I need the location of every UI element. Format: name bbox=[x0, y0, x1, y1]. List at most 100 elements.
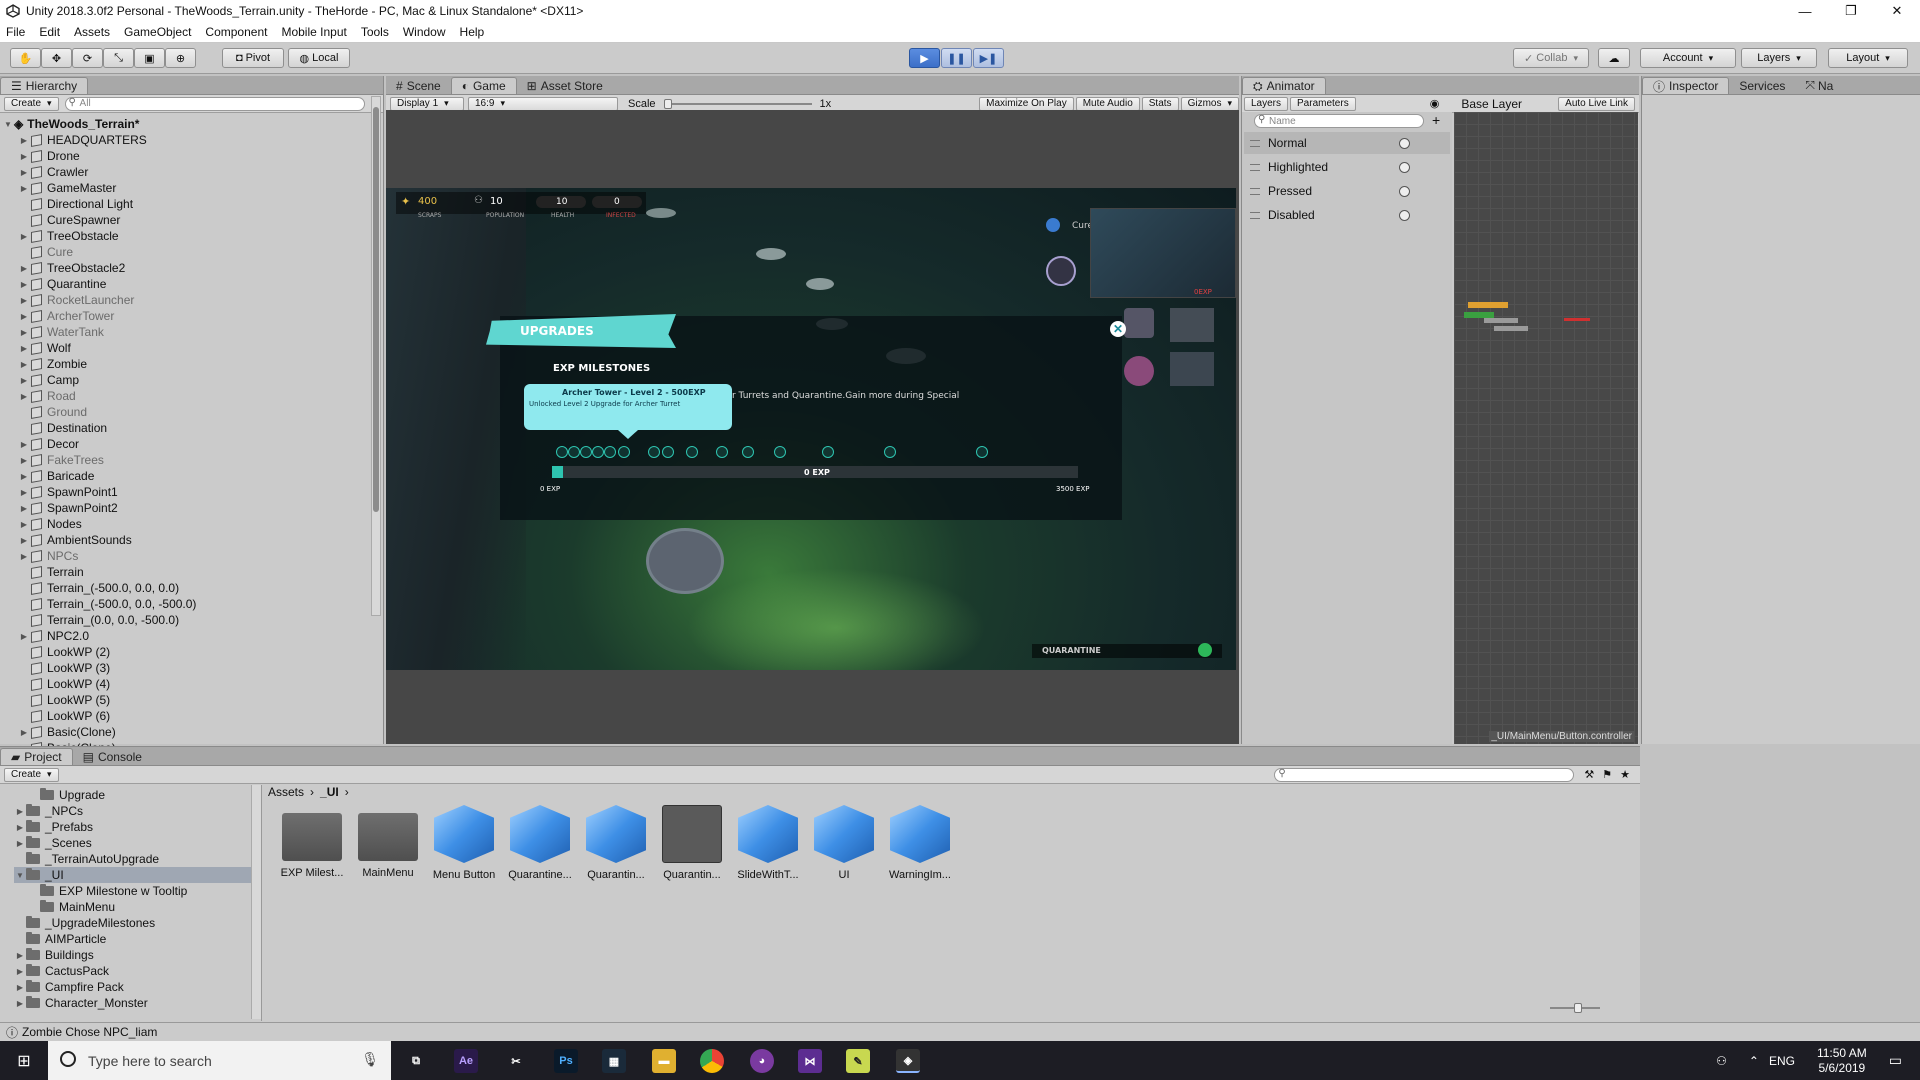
npc-portrait[interactable] bbox=[1170, 352, 1214, 386]
milestone-icon[interactable] bbox=[648, 446, 660, 458]
asset-item[interactable]: Menu Button bbox=[426, 805, 502, 881]
expand-arrow-icon[interactable]: ▶ bbox=[18, 552, 30, 561]
hero-portrait[interactable] bbox=[1090, 208, 1236, 298]
expand-arrow-icon[interactable]: ▶ bbox=[18, 504, 30, 513]
account-dropdown[interactable]: Account bbox=[1640, 48, 1736, 68]
expand-arrow-icon[interactable]: ▶ bbox=[18, 360, 30, 369]
tab-console[interactable]: ▤ Console bbox=[73, 748, 152, 765]
parameters-tab-button[interactable]: Parameters bbox=[1290, 96, 1356, 111]
notepad-icon[interactable]: ✎ bbox=[846, 1049, 870, 1073]
ability-icon[interactable] bbox=[1046, 256, 1076, 286]
expand-arrow-icon[interactable]: ▶ bbox=[18, 152, 30, 161]
milestone-icon[interactable] bbox=[976, 446, 988, 458]
people-icon[interactable]: ⚇ bbox=[1716, 1054, 1727, 1068]
state-row[interactable]: Disabled bbox=[1244, 204, 1450, 226]
tab-project[interactable]: ▰ Project bbox=[0, 748, 73, 765]
menu-component[interactable]: Component bbox=[205, 25, 267, 39]
file-explorer-icon[interactable]: ▬ bbox=[652, 1049, 676, 1073]
expand-arrow-icon[interactable]: ▼ bbox=[2, 120, 14, 129]
display-dropdown[interactable]: Display 1 bbox=[390, 96, 464, 111]
hierarchy-item[interactable]: Destination bbox=[18, 420, 107, 436]
expand-arrow-icon[interactable]: ▶ bbox=[18, 344, 30, 353]
hierarchy-item[interactable]: ▶ Basic(Clone) bbox=[18, 724, 116, 740]
tab-scene[interactable]: # Scene bbox=[386, 77, 451, 94]
hierarchy-item[interactable]: LookWP (3) bbox=[18, 660, 110, 676]
breadcrumb-ui[interactable]: _UI bbox=[320, 785, 339, 799]
hierarchy-item[interactable]: ▶ NPC2.0 bbox=[18, 628, 89, 644]
base-layer-breadcrumb[interactable]: Base Layer bbox=[1461, 97, 1522, 111]
expand-arrow-icon[interactable]: ▶ bbox=[18, 472, 30, 481]
video-editor-icon[interactable]: ▦ bbox=[602, 1049, 626, 1073]
expand-arrow-icon[interactable]: ▶ bbox=[18, 184, 30, 193]
scale-slider[interactable] bbox=[663, 98, 812, 109]
hierarchy-item[interactable]: ▶ Wolf bbox=[18, 340, 71, 356]
scene-root[interactable]: ▼ ◈ TheWoods_Terrain* bbox=[2, 116, 139, 132]
expand-arrow-icon[interactable]: ▼ bbox=[14, 871, 26, 880]
drag-handle-icon[interactable] bbox=[1250, 139, 1260, 147]
asset-item[interactable]: EXP Milest... bbox=[274, 805, 350, 879]
chrome-icon[interactable] bbox=[700, 1049, 724, 1073]
capture-tool-icon[interactable]: ✂ bbox=[504, 1049, 528, 1073]
expand-arrow-icon[interactable]: ▶ bbox=[18, 440, 30, 449]
hierarchy-item[interactable]: Terrain bbox=[18, 564, 84, 580]
drag-handle-icon[interactable] bbox=[1250, 163, 1260, 171]
asset-item[interactable]: UI bbox=[806, 805, 882, 881]
expand-arrow-icon[interactable]: ▶ bbox=[14, 983, 26, 992]
windows-start-button[interactable]: ⊞ bbox=[0, 1041, 48, 1080]
animator-graph[interactable]: _UI/MainMenu/Button.controller bbox=[1454, 112, 1638, 744]
hierarchy-item[interactable]: Terrain_(-500.0, 0.0, 0.0) bbox=[18, 580, 179, 596]
tab-animator[interactable]: ⛭ Animator bbox=[1242, 77, 1326, 94]
hierarchy-item[interactable]: ▶ WaterTank bbox=[18, 324, 104, 340]
expand-arrow-icon[interactable]: ▶ bbox=[18, 264, 30, 273]
expand-arrow-icon[interactable]: ▶ bbox=[18, 392, 30, 401]
tab-hierarchy[interactable]: ☰ Hierarchy bbox=[0, 77, 89, 94]
npc-portrait[interactable] bbox=[1170, 308, 1214, 342]
milestone-icon[interactable] bbox=[662, 446, 674, 458]
state-radio[interactable] bbox=[1399, 185, 1410, 197]
scrollbar-thumb[interactable] bbox=[373, 107, 379, 512]
milestone-icon[interactable] bbox=[568, 446, 580, 458]
project-tree-item[interactable]: _UpgradeMilestones bbox=[14, 915, 155, 931]
expand-arrow-icon[interactable]: ▶ bbox=[18, 232, 30, 241]
state-node[interactable] bbox=[1564, 318, 1590, 321]
hierarchy-item[interactable]: ▶ RocketLauncher bbox=[18, 292, 134, 308]
expand-arrow-icon[interactable]: ▶ bbox=[18, 536, 30, 545]
asset-item[interactable]: MainMenu bbox=[350, 805, 426, 879]
asset-item[interactable]: SlideWithT... bbox=[730, 805, 806, 881]
favorite-icon[interactable]: ★ bbox=[1620, 768, 1630, 781]
collab-dropdown[interactable]: ✓ Collab bbox=[1513, 48, 1589, 68]
hierarchy-item[interactable]: ▶ SpawnPoint1 bbox=[18, 484, 118, 500]
layers-tab-button[interactable]: Layers bbox=[1244, 96, 1289, 111]
game-viewport[interactable]: ✦ 400 SCRAPS ⚇ 10 POPULATION 10 HEALTH 0… bbox=[386, 110, 1239, 744]
scale-slider-thumb[interactable] bbox=[663, 98, 672, 109]
play-button[interactable]: ▶ bbox=[909, 48, 940, 68]
project-tree-item[interactable]: ▶ CactusPack bbox=[14, 963, 109, 979]
stats-toggle[interactable]: Stats bbox=[1141, 96, 1179, 111]
npc-portrait[interactable] bbox=[1124, 308, 1154, 338]
hand-tool-button[interactable]: ✋ bbox=[10, 48, 41, 68]
tab-inspector[interactable]: ⓘ Inspector bbox=[1642, 77, 1730, 94]
microphone-icon[interactable]: 🎙 bbox=[361, 1051, 379, 1068]
expand-arrow-icon[interactable]: ▶ bbox=[14, 999, 26, 1008]
pause-button[interactable]: ❚❚ bbox=[941, 48, 972, 68]
hierarchy-scrollbar[interactable] bbox=[371, 96, 381, 616]
aspect-dropdown[interactable]: 16:9 bbox=[468, 96, 618, 111]
expand-arrow-icon[interactable]: ▶ bbox=[18, 520, 30, 529]
milestone-icon[interactable] bbox=[884, 446, 896, 458]
milestone-icon[interactable] bbox=[604, 446, 616, 458]
upgrades-close-button[interactable]: ✕ bbox=[1110, 321, 1126, 337]
project-tree-item[interactable]: Upgrade bbox=[28, 787, 105, 803]
close-button[interactable]: ✕ bbox=[1874, 0, 1920, 22]
milestone-icon[interactable] bbox=[592, 446, 604, 458]
project-tree-item[interactable]: ▶ _Scenes bbox=[14, 835, 92, 851]
local-toggle[interactable]: ◍ Local bbox=[288, 48, 350, 68]
tab-game[interactable]: ◐ Game bbox=[450, 77, 517, 94]
expand-arrow-icon[interactable]: ▶ bbox=[18, 456, 30, 465]
expand-arrow-icon[interactable]: ▶ bbox=[18, 728, 30, 737]
project-tree-item[interactable]: ▶ _NPCs bbox=[14, 803, 83, 819]
tab-asset-store[interactable]: ⊞ Asset Store bbox=[517, 77, 613, 94]
menu-window[interactable]: Window bbox=[403, 25, 446, 39]
expand-arrow-icon[interactable]: ▶ bbox=[14, 823, 26, 832]
milestone-icon[interactable] bbox=[822, 446, 834, 458]
expand-arrow-icon[interactable]: ▶ bbox=[18, 376, 30, 385]
